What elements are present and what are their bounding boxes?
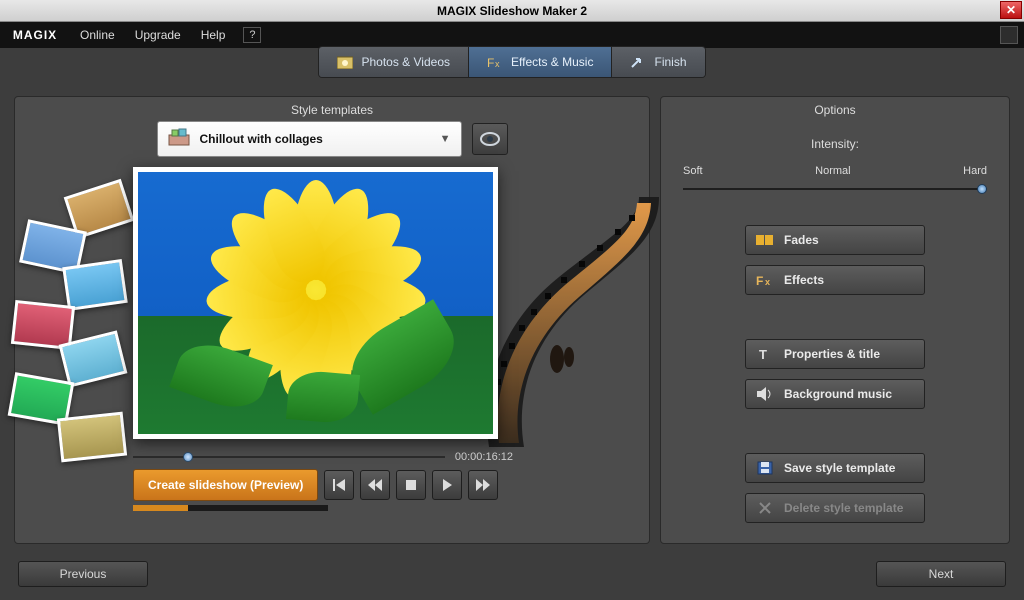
svg-text:x: x [765, 277, 770, 287]
wizard-tabs: Photos & Videos Fx Effects & Music Finis… [318, 46, 705, 78]
tab-effects-music[interactable]: Fx Effects & Music [469, 47, 612, 77]
options-panel: Options Intensity: Soft Normal Hard Fade… [660, 96, 1010, 544]
intensity-scale-labels: Soft Normal Hard [683, 165, 987, 177]
content-area: Style templates Chillout with collages ▼ [0, 86, 1024, 558]
stop-button[interactable] [396, 470, 426, 500]
render-progress-fill [133, 505, 188, 511]
previous-label: Previous [60, 567, 107, 581]
app-window: MAGIX Slideshow Maker 2 ✕ MAGIX Online U… [0, 0, 1024, 600]
slider-knob[interactable] [977, 184, 987, 194]
options-body: Intensity: Soft Normal Hard Fades Fx Eff… [661, 121, 1009, 543]
dropdown-selected-label: Chillout with collages [200, 132, 323, 146]
pointer-help-icon: ? [249, 29, 255, 41]
next-button[interactable]: Next [876, 561, 1006, 587]
panel-title-right: Options [661, 97, 1009, 121]
previous-button[interactable]: Previous [18, 561, 148, 587]
fast-forward-button[interactable] [468, 470, 498, 500]
tab-label: Photos & Videos [361, 55, 450, 69]
menu-bar: MAGIX Online Upgrade Help ? [0, 22, 1024, 48]
style-templates-panel: Style templates Chillout with collages ▼ [14, 96, 650, 544]
fast-forward-icon [476, 478, 490, 492]
fx-icon: Fx [487, 55, 503, 69]
transport-controls: Create slideshow (Preview) [133, 469, 498, 501]
title-bar: MAGIX Slideshow Maker 2 ✕ [0, 0, 1024, 22]
delete-icon [756, 500, 774, 516]
eye-icon [479, 131, 501, 147]
panel-title-left: Style templates [15, 97, 649, 121]
title-icon: T [756, 346, 774, 362]
save-icon [756, 460, 774, 476]
intensity-heading: Intensity: [683, 137, 987, 151]
intensity-soft-label: Soft [683, 165, 703, 177]
music-label: Background music [784, 387, 892, 401]
menu-online[interactable]: Online [70, 28, 125, 42]
properties-title-button[interactable]: T Properties & title [745, 339, 925, 369]
save-style-template-button[interactable]: Save style template [745, 453, 925, 483]
svg-text:T: T [759, 347, 767, 361]
skip-start-icon [332, 478, 346, 492]
timeline-slider[interactable] [133, 452, 445, 462]
close-icon: ✕ [1006, 3, 1016, 17]
create-button-label: Create slideshow (Preview) [148, 478, 303, 492]
fades-button[interactable]: Fades [745, 225, 925, 255]
intensity-normal-label: Normal [815, 165, 850, 177]
collage-icon [168, 128, 190, 150]
chevron-down-icon: ▼ [440, 133, 451, 145]
timecode-label: 00:00:16:12 [455, 451, 513, 463]
style-row: Chillout with collages ▼ [15, 121, 649, 167]
preview-area: 00:00:16:12 Create slideshow (Preview) [15, 167, 649, 497]
leaf-decor [286, 369, 360, 425]
delete-style-template-button: Delete style template [745, 493, 925, 523]
create-slideshow-button[interactable]: Create slideshow (Preview) [133, 469, 318, 501]
svg-text:x: x [495, 59, 500, 69]
next-label: Next [929, 567, 954, 581]
timeline-playhead[interactable] [183, 452, 193, 462]
tab-label: Effects & Music [511, 55, 593, 69]
effects-button[interactable]: Fx Effects [745, 265, 925, 295]
timeline-track [133, 456, 445, 458]
fades-label: Fades [784, 233, 819, 247]
tab-label: Finish [654, 55, 686, 69]
preview-image [138, 172, 493, 434]
timeline-row: 00:00:16:12 [133, 451, 513, 463]
photo-icon [337, 55, 353, 69]
window-title: MAGIX Slideshow Maker 2 [437, 4, 587, 18]
svg-text:F: F [487, 56, 494, 69]
stop-icon [404, 478, 418, 492]
menu-upgrade[interactable]: Upgrade [125, 28, 191, 42]
play-button[interactable] [432, 470, 462, 500]
delete-label: Delete style template [784, 501, 903, 515]
menu-help[interactable]: Help [191, 28, 236, 42]
render-progress [133, 505, 328, 511]
play-icon [440, 478, 454, 492]
fades-icon [756, 232, 774, 248]
properties-label: Properties & title [784, 347, 880, 361]
preview-frame [133, 167, 498, 439]
rewind-icon [368, 478, 382, 492]
effects-label: Effects [784, 273, 824, 287]
fx-icon: Fx [756, 272, 774, 288]
context-help-button[interactable]: ? [243, 27, 261, 43]
slider-track [683, 188, 987, 190]
intensity-hard-label: Hard [963, 165, 987, 177]
style-template-dropdown[interactable]: Chillout with collages ▼ [157, 121, 462, 157]
rewind-button[interactable] [360, 470, 390, 500]
tab-finish[interactable]: Finish [612, 47, 704, 77]
window-close-button[interactable]: ✕ [1000, 1, 1022, 19]
background-music-button[interactable]: Background music [745, 379, 925, 409]
tab-photos-videos[interactable]: Photos & Videos [319, 47, 469, 77]
skip-start-button[interactable] [324, 470, 354, 500]
brand-logo: MAGIX [0, 28, 70, 42]
preview-style-button[interactable] [472, 123, 508, 155]
intensity-slider[interactable] [683, 183, 987, 195]
save-label: Save style template [784, 461, 895, 475]
wizard-footer: Previous Next [0, 558, 1024, 600]
wizard-tab-bar: Photos & Videos Fx Effects & Music Finis… [0, 48, 1024, 86]
minimize-to-tray-button[interactable] [1000, 26, 1018, 44]
svg-text:F: F [756, 274, 763, 287]
export-icon [630, 55, 646, 69]
speaker-icon [756, 386, 774, 402]
